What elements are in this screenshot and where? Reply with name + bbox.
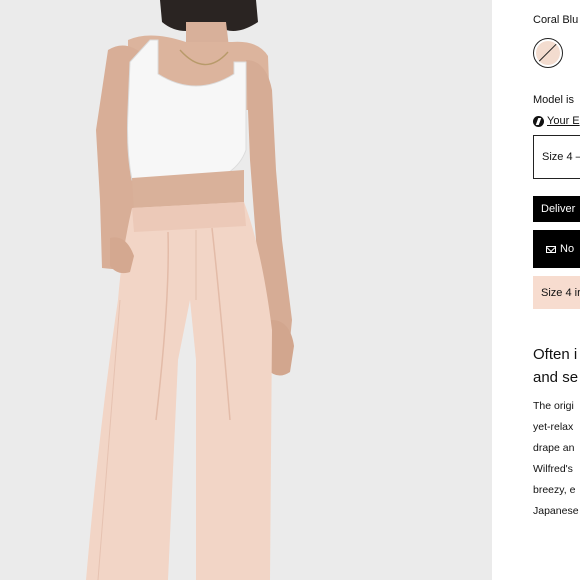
headline-line: and se bbox=[533, 369, 579, 386]
color-name-label: Coral Blu bbox=[533, 14, 579, 26]
notify-me-button[interactable]: No bbox=[533, 230, 580, 268]
description-line: The origi bbox=[533, 400, 574, 412]
notify-button-label: No bbox=[560, 243, 575, 255]
product-headline: Often i and se bbox=[533, 343, 578, 389]
description-line: Japanese bbox=[533, 505, 579, 517]
size-select[interactable]: Size 4 – bbox=[533, 135, 580, 179]
deliver-button-label: Deliver bbox=[541, 203, 576, 215]
description-line: breezy, e bbox=[533, 484, 576, 496]
product-image[interactable] bbox=[0, 0, 492, 580]
product-details-panel: Coral Blu Model is Your E Size 4 – Deliv… bbox=[492, 0, 580, 580]
description-line: drape an bbox=[533, 442, 575, 454]
product-description: The origi yet-relax drape an Wilfred's b… bbox=[533, 396, 579, 522]
model-photo bbox=[0, 0, 492, 580]
description-line: Wilfred's bbox=[533, 463, 573, 475]
mail-icon bbox=[546, 245, 556, 253]
deliver-button[interactable]: Deliver bbox=[533, 196, 580, 222]
lightning-icon bbox=[533, 115, 544, 127]
fit-info-link-text: Your E bbox=[547, 115, 580, 127]
unavailable-swatch-icon bbox=[536, 41, 560, 65]
headline-line: Often i bbox=[533, 346, 578, 363]
color-swatch-button[interactable] bbox=[533, 38, 563, 68]
size-select-value: Size 4 – bbox=[542, 151, 580, 163]
model-size-note: Model is bbox=[533, 94, 574, 106]
size-alert-banner: Size 4 ir bbox=[533, 276, 580, 309]
fit-info-link[interactable]: Your E bbox=[533, 115, 580, 127]
size-alert-text: Size 4 ir bbox=[541, 286, 580, 299]
description-line: yet-relax bbox=[533, 421, 574, 433]
